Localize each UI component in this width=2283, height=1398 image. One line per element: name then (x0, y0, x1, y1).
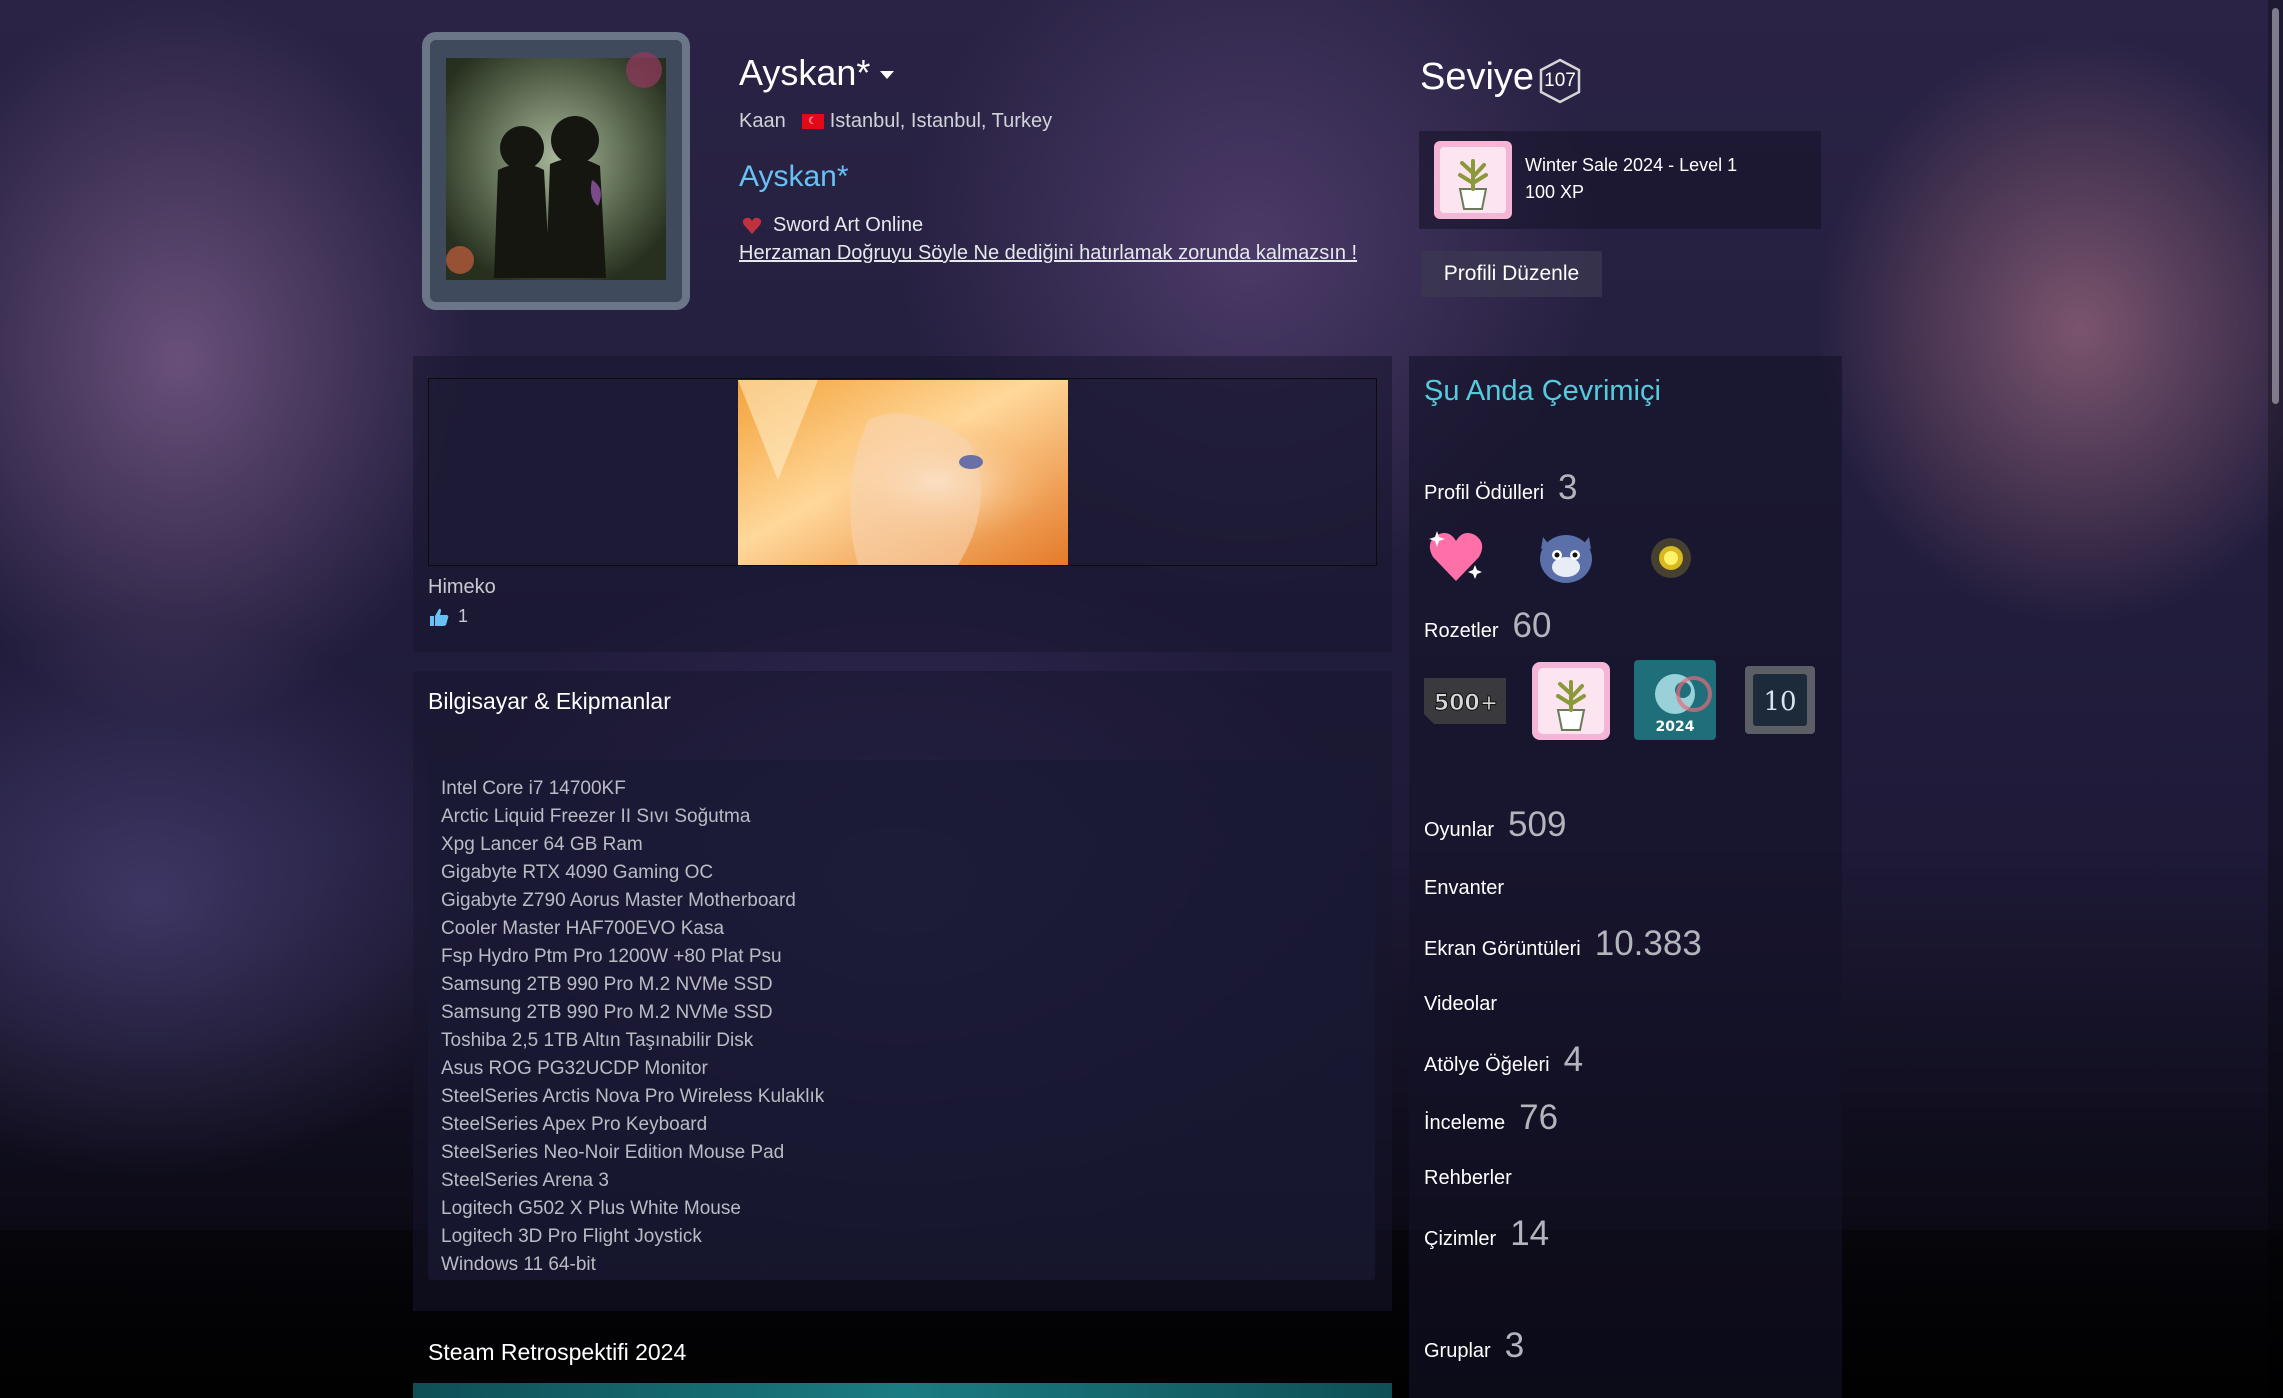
favorite-game-label: Sword Art Online (773, 214, 924, 236)
workshop-label: Atölye Öğeleri (1424, 1054, 1550, 1076)
avatar[interactable] (420, 30, 692, 312)
groups-link[interactable]: Gruplar 3 (1424, 1326, 1524, 1366)
heart-game-icon (742, 217, 762, 234)
equipment-item: Logitech 3D Pro Flight Joystick (441, 1226, 702, 1247)
equipment-item: Arctic Liquid Freezer II Sıvı Soğutma (441, 806, 751, 827)
equipment-item: Xpg Lancer 64 GB Ram (441, 834, 643, 855)
equipment-item: Samsung 2TB 990 Pro M.2 NVMe SSD (441, 1002, 773, 1023)
scrollbar-thumb[interactable] (2272, 8, 2279, 404)
equipment-item: Logitech G502 X Plus White Mouse (441, 1198, 741, 1219)
equipment-item: Samsung 2TB 990 Pro M.2 NVMe SSD (441, 974, 773, 995)
thumbs-up-icon (430, 608, 449, 626)
screenshots-link[interactable]: Ekran Görüntüleri 10.383 (1424, 924, 1702, 964)
equipment-item: SteelSeries Arena 3 (441, 1170, 609, 1191)
equipment-list: Intel Core i7 14700KF Arctic Liquid Freez… (441, 775, 824, 1279)
favorite-badge-name: Winter Sale 2024 - Level 1 (1525, 155, 1738, 175)
artwork-likes[interactable]: 1 (428, 606, 468, 627)
profile-awards-link[interactable]: Profil Ödülleri 3 (1424, 468, 1578, 508)
screenshots-count: 10.383 (1594, 924, 1702, 963)
artwork-link[interactable]: Çizimler 14 (1424, 1214, 1549, 1254)
equipment-item: SteelSeries Arctis Nova Pro Wireless Kul… (441, 1086, 825, 1107)
equipment-item: Fsp Hydro Ptm Pro 1200W +80 Plat Psu (441, 946, 782, 967)
equipment-title: Bilgisayar & Ekipmanlar (428, 688, 671, 714)
guides-label: Rehberler (1424, 1167, 1512, 1189)
badges-count: 60 (1512, 606, 1552, 645)
equipment-item: Gigabyte RTX 4090 Gaming OC (441, 862, 714, 883)
screenshots-label: Ekran Görüntüleri (1424, 938, 1581, 960)
winter-sale-plant-badge-icon[interactable] (1530, 660, 1612, 742)
persona-name[interactable]: Ayskan* (739, 52, 895, 94)
games-label: Oyunlar (1424, 819, 1495, 841)
groups-count: 3 (1504, 1326, 1525, 1365)
equipment-item: Asus ROG PG32UCDP Monitor (441, 1058, 708, 1079)
years-badge-text: 10 (1763, 687, 1796, 717)
inventory-link[interactable]: Envanter (1424, 877, 1504, 900)
location-text: Istanbul, Istanbul, Turkey (829, 110, 1053, 132)
videos-link[interactable]: Videolar (1424, 993, 1497, 1016)
sun-award-icon[interactable] (1646, 533, 1696, 583)
artwork-label: Çizimler (1424, 1228, 1497, 1250)
badges-label: Rozetler (1424, 620, 1499, 642)
retrospective-title: Steam Retrospektifi 2024 (428, 1339, 687, 1365)
equipment-item: Intel Core i7 14700KF (441, 778, 626, 799)
artwork-title[interactable]: Himeko (428, 576, 496, 599)
equipment-item: Toshiba 2,5 1TB Altın Taşınabilir Disk (441, 1030, 754, 1051)
inventory-label: Envanter (1424, 877, 1505, 899)
edit-profile-button[interactable]: Profili Düzenle (1421, 251, 1602, 297)
turkey-flag-icon: ☾ (801, 114, 824, 129)
games-count: 509 (1508, 805, 1567, 844)
retrospective-banner[interactable] (413, 1383, 1392, 1398)
steam-2024-badge-icon[interactable]: 2024 (1634, 660, 1716, 740)
real-name-row: Kaan ☾ Istanbul, Istanbul, Turkey (739, 110, 1052, 133)
games-link[interactable]: Oyunlar 509 (1424, 805, 1566, 845)
years-of-service-badge-icon[interactable]: 10 (1743, 664, 1817, 736)
level-label: Seviye (1420, 56, 1535, 98)
favorite-game[interactable]: Sword Art Online (741, 214, 923, 237)
awards-count: 3 (1558, 468, 1578, 507)
badges-link[interactable]: Rozetler 60 (1424, 606, 1551, 646)
reviews-count: 76 (1519, 1098, 1559, 1137)
artwork-count: 14 (1510, 1214, 1550, 1253)
level-value: 107 (1544, 70, 1576, 91)
500-games-badge-icon[interactable]: 500+ (1424, 672, 1506, 730)
real-name: Kaan (739, 110, 786, 132)
equipment-item: Gigabyte Z790 Aorus Master Motherboard (441, 890, 796, 911)
location: ☾ Istanbul, Istanbul, Turkey (801, 110, 1053, 133)
guides-link[interactable]: Rehberler (1424, 1167, 1512, 1190)
artwork-image[interactable] (738, 380, 1068, 565)
heart-award-icon[interactable] (1425, 525, 1487, 587)
reviews-label: İnceleme (1424, 1112, 1506, 1134)
groups-label: Gruplar (1424, 1340, 1491, 1362)
favorite-badge-xp: 100 XP (1525, 182, 1585, 202)
workshop-items-link[interactable]: Atölye Öğeleri 4 (1424, 1040, 1583, 1080)
workshop-count: 4 (1563, 1040, 1584, 1079)
equipment-item: Cooler Master HAF700EVO Kasa (441, 918, 725, 939)
likes-count: 1 (458, 606, 469, 626)
online-status: Şu Anda Çevrimiçi (1424, 375, 1661, 407)
custom-info-name: Ayskan* (739, 160, 849, 193)
profile-summary-link[interactable]: Herzaman Doğruyu Söyle Ne dediğini hatır… (739, 242, 1357, 265)
500-badge-text: 500+ (1434, 691, 1498, 716)
equipment-item: SteelSeries Apex Pro Keyboard (441, 1114, 708, 1135)
videos-label: Videolar (1424, 993, 1498, 1015)
steam-2024-badge-text: 2024 (1656, 719, 1695, 735)
winter-sale-plant-badge-icon (1434, 141, 1512, 219)
reviews-link[interactable]: İnceleme 76 (1424, 1098, 1558, 1138)
equipment-item: Windows 11 64-bit (441, 1254, 596, 1275)
tiger-award-icon[interactable] (1535, 527, 1597, 587)
awards-label: Profil Ödülleri (1424, 482, 1545, 504)
chevron-down-icon[interactable] (880, 71, 895, 80)
equipment-item: SteelSeries Neo-Noir Edition Mouse Pad (441, 1142, 785, 1163)
